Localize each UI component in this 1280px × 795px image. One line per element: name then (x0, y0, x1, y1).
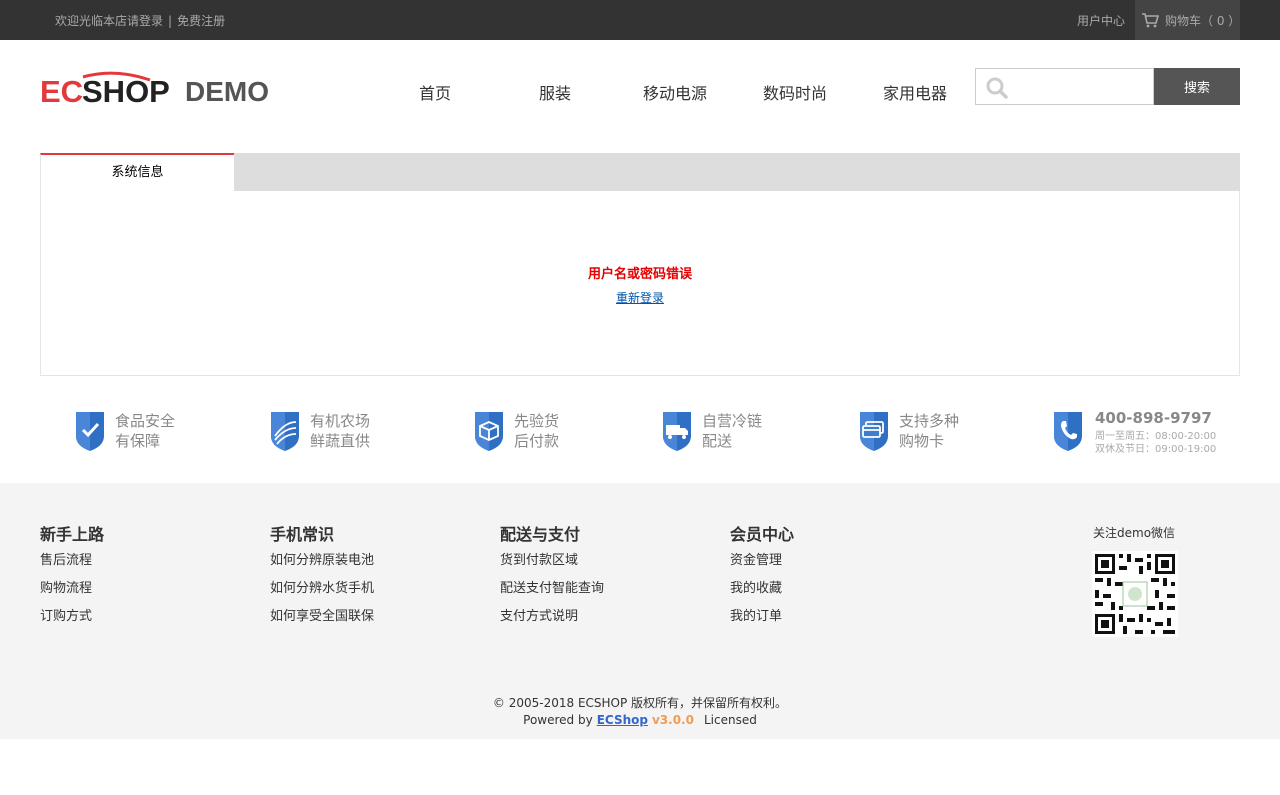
search-button[interactable]: 搜索 (1154, 68, 1240, 105)
wechat-qrcode (1092, 551, 1178, 637)
relogin-area: 重新登录 (41, 289, 1239, 306)
promise-line1: 自营冷链 (702, 412, 763, 430)
cart-icon (1142, 13, 1159, 28)
version-label: v3.0.0 (651, 713, 694, 727)
wechat-label: 关注demo微信 (1093, 526, 1176, 540)
footer-column-delivery: 配送与支付 货到付款区域 配送支付智能查询 支付方式说明 (500, 521, 604, 627)
nav-item-appliances[interactable]: 家用电器 (855, 80, 975, 104)
hotline-number: 400-898-9797 (1095, 409, 1212, 427)
card-shield-icon (860, 412, 888, 451)
footer-link[interactable]: 资金管理 (730, 551, 794, 571)
search-icon (986, 77, 1008, 99)
hotline-hours-weekend: 双休及节日：09:00-19:00 (1095, 444, 1217, 455)
footer-link[interactable]: 支付方式说明 (500, 607, 604, 627)
register-link[interactable]: 免费注册 (177, 14, 225, 28)
footer-link[interactable]: 如何享受全国联保 (270, 607, 374, 627)
truck-shield-icon (663, 412, 691, 451)
powered-by: Powered by ECShop v3.0.0 Licensed (0, 713, 1280, 727)
footer-column-beginner: 新手上路 售后流程 购物流程 订购方式 (40, 521, 104, 627)
promise-text: 有机农场 鲜蔬直供 (310, 411, 370, 451)
nav-item-digital[interactable]: 数码时尚 (735, 80, 855, 104)
search-bar: 搜索 (975, 68, 1240, 105)
top-bar: 欢迎光临本店请登录 | 免费注册 用户中心 购物车（ 0 ） (0, 0, 1280, 40)
promise-line2: 后付款 (514, 432, 560, 450)
site-logo[interactable]: EC SHOP DEMO (40, 70, 272, 112)
hotline-hours-weekday: 周一至周五：08:00-20:00 (1095, 431, 1217, 442)
promise-line2: 有保障 (115, 432, 161, 450)
relogin-link[interactable]: 重新登录 (616, 291, 664, 305)
svg-text:EC: EC (40, 74, 83, 109)
footer-link[interactable]: 如何分辨原装电池 (270, 551, 374, 571)
promise-line1: 先验货 (514, 412, 560, 430)
promise-text: 支持多种 购物卡 (899, 411, 959, 451)
system-message-panel: 系统信息 用户名或密码错误 重新登录 (40, 153, 1240, 376)
login-link[interactable]: 欢迎光临本店请登录 (55, 14, 163, 28)
footer-link[interactable]: 货到付款区域 (500, 551, 604, 571)
footer-link[interactable]: 配送支付智能查询 (500, 579, 604, 599)
footer-link[interactable]: 购物流程 (40, 579, 104, 599)
svg-text:SHOP: SHOP (82, 74, 170, 109)
footer-link[interactable]: 售后流程 (40, 551, 104, 571)
promise-text: 先验货 后付款 (514, 411, 559, 451)
farm-shield-icon (271, 412, 299, 451)
footer-column-title: 配送与支付 (500, 525, 581, 544)
phone-shield-icon (1054, 412, 1082, 451)
topbar-separator: | (168, 14, 173, 28)
footer-link[interactable]: 我的收藏 (730, 579, 794, 599)
ecshop-link[interactable]: ECShop (597, 713, 648, 727)
promise-line1: 支持多种 (899, 412, 960, 430)
cart-button[interactable]: 购物车（ 0 ） (1135, 0, 1240, 40)
promise-line2: 鲜蔬直供 (310, 432, 371, 450)
footer-column-title: 会员中心 (730, 525, 795, 544)
promise-line1: 食品安全 (115, 412, 176, 430)
tab-system-info[interactable]: 系统信息 (40, 153, 234, 191)
promise-text: 自营冷链 配送 (702, 411, 762, 451)
footer-column-member: 会员中心 资金管理 我的收藏 我的订单 (730, 521, 794, 627)
box-shield-icon (475, 412, 503, 451)
footer-column-title: 手机常识 (270, 525, 335, 544)
user-center-link[interactable]: 用户中心 (1077, 12, 1125, 29)
license-label: Licensed (703, 713, 757, 727)
cart-label: 购物车（ 0 ） (1165, 14, 1241, 28)
promise-line2: 购物卡 (899, 432, 945, 450)
footer-link[interactable]: 订购方式 (40, 607, 104, 627)
footer-link[interactable]: 如何分辨水货手机 (270, 579, 374, 599)
promise-line2: 配送 (702, 432, 733, 450)
nav-item-home[interactable]: 首页 (375, 80, 495, 104)
copyright: © 2005-2018 ECSHOP 版权所有，并保留所有权利。 (492, 696, 788, 710)
search-box (975, 68, 1154, 105)
welcome-area: 欢迎光临本店请登录 | 免费注册 (55, 12, 225, 29)
promise-text: 食品安全 有保障 (115, 411, 175, 451)
footer-column-title: 新手上路 (40, 525, 105, 544)
check-shield-icon (76, 412, 104, 451)
nav-item-clothing[interactable]: 服装 (495, 80, 615, 104)
error-message: 用户名或密码错误 (587, 267, 692, 282)
hotline-hours: 周一至周五：08:00-20:00 双休及节日：09:00-19:00 (1095, 430, 1216, 456)
search-input[interactable] (1016, 73, 1146, 100)
nav-item-power-bank[interactable]: 移动电源 (615, 80, 735, 104)
footer: 新手上路 售后流程 购物流程 订购方式 手机常识 如何分辨原装电池 如何分辨水货… (0, 483, 1280, 739)
panel-tab-bar: 系统信息 (40, 153, 1240, 191)
powered-prefix: Powered by (523, 713, 593, 727)
footer-column-phone-tips: 手机常识 如何分辨原装电池 如何分辨水货手机 如何享受全国联保 (270, 521, 374, 627)
footer-link[interactable]: 我的订单 (730, 607, 794, 627)
promise-line1: 有机农场 (310, 412, 371, 430)
svg-text:DEMO: DEMO (185, 76, 269, 107)
